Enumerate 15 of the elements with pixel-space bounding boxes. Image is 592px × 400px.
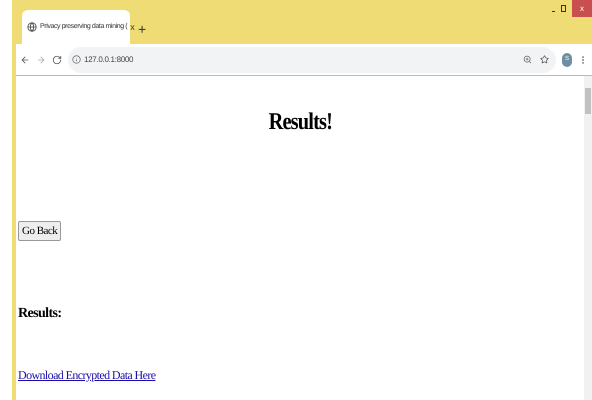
bookmark-star-icon[interactable]: [540, 55, 549, 64]
page-heading: Results!: [268, 108, 332, 137]
close-window-button[interactable]: x: [572, 0, 592, 17]
reload-icon[interactable]: [52, 54, 62, 64]
zoom-icon[interactable]: [523, 55, 532, 64]
close-tab-button[interactable]: x: [130, 22, 135, 32]
globe-icon: [27, 22, 37, 32]
download-link[interactable]: Download Encrypted Data Here: [18, 366, 156, 384]
results-subheading: Results:: [18, 305, 62, 323]
info-icon[interactable]: [72, 55, 81, 64]
new-tab-button[interactable]: +: [138, 22, 146, 36]
back-icon[interactable]: [20, 54, 30, 64]
maximize-icon[interactable]: [561, 5, 566, 12]
go-back-button[interactable]: Go Back: [18, 221, 62, 241]
address-bar[interactable]: 127.0.0.1:8000: [68, 46, 556, 72]
